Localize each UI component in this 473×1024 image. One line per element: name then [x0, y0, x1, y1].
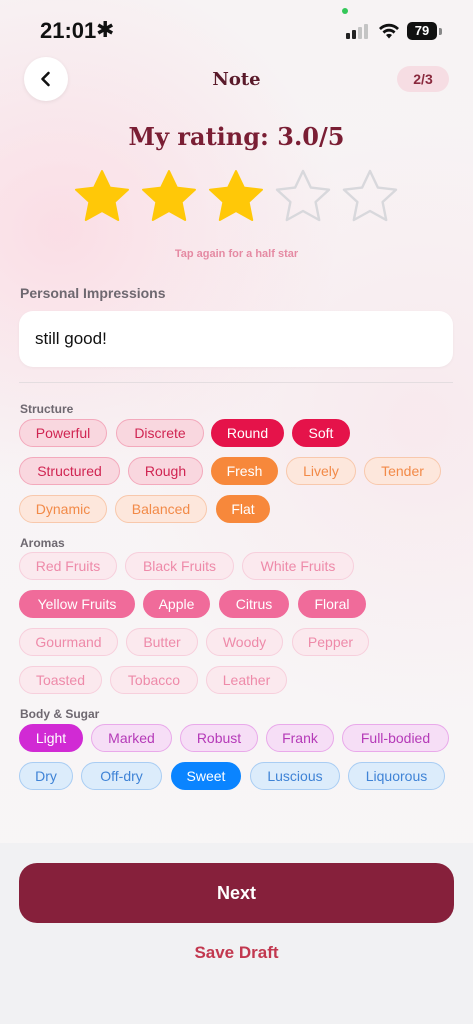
chip-apple[interactable]: Apple [143, 590, 210, 618]
chip-liquorous[interactable]: Liquorous [348, 762, 445, 790]
chip-white-fruits[interactable]: White Fruits [242, 552, 354, 580]
chip-woody[interactable]: Woody [206, 628, 283, 656]
aromas-label: Aromas [20, 536, 65, 550]
divider [19, 382, 453, 383]
chip-tender[interactable]: Tender [364, 457, 441, 485]
structure-label: Structure [20, 402, 74, 416]
chip-butter[interactable]: Butter [126, 628, 198, 656]
chip-balanced[interactable]: Balanced [115, 495, 207, 523]
chip-gourmand[interactable]: Gourmand [19, 628, 118, 656]
chip-dynamic[interactable]: Dynamic [19, 495, 107, 523]
chip-dry[interactable]: Dry [19, 762, 73, 790]
chip-off-dry[interactable]: Off-dry [81, 762, 162, 790]
chip-citrus[interactable]: Citrus [219, 590, 289, 618]
battery-icon: 79 [407, 22, 437, 40]
chip-soft[interactable]: Soft [292, 419, 350, 447]
chip-marked[interactable]: Marked [91, 724, 172, 752]
star-empty-icon[interactable] [273, 168, 333, 228]
chip-black-fruits[interactable]: Black Fruits [125, 552, 234, 580]
star-filled-icon[interactable] [72, 168, 132, 228]
privacy-indicator-icon [342, 8, 348, 14]
chip-pepper[interactable]: Pepper [292, 628, 369, 656]
chip-structured[interactable]: Structured [19, 457, 120, 485]
body-sugar-label: Body & Sugar [20, 707, 100, 721]
chip-red-fruits[interactable]: Red Fruits [19, 552, 117, 580]
next-button[interactable]: Next [19, 863, 454, 923]
chip-luscious[interactable]: Luscious [250, 762, 340, 790]
chip-fresh[interactable]: Fresh [211, 457, 278, 485]
save-draft-button[interactable]: Save Draft [0, 943, 473, 963]
chip-light[interactable]: Light [19, 724, 83, 752]
chip-toasted[interactable]: Toasted [19, 666, 102, 694]
wifi-icon [379, 23, 399, 39]
chip-tobacco[interactable]: Tobacco [110, 666, 198, 694]
chip-rough[interactable]: Rough [128, 457, 203, 485]
chip-sweet[interactable]: Sweet [171, 762, 241, 790]
chip-floral[interactable]: Floral [298, 590, 366, 618]
impressions-input[interactable]: still good! [19, 311, 453, 367]
impressions-label: Personal Impressions [20, 285, 166, 301]
status-symbol: ✱ [96, 17, 115, 42]
nav-header: Note 2/3 [0, 52, 473, 112]
star-empty-icon[interactable] [340, 168, 400, 228]
status-time: 21:01 [40, 18, 97, 43]
star-filled-icon[interactable] [206, 168, 266, 228]
cellular-signal-icon [346, 23, 372, 39]
rating-title: My rating: 3.0/5 [128, 122, 345, 151]
chip-lively[interactable]: Lively [286, 457, 356, 485]
chip-powerful[interactable]: Powerful [19, 419, 107, 447]
star-rating [72, 168, 402, 228]
half-star-hint: Tap again for a half star [174, 248, 299, 260]
chip-round[interactable]: Round [211, 419, 284, 447]
chip-flat[interactable]: Flat [216, 495, 270, 523]
chip-discrete[interactable]: Discrete [116, 419, 204, 447]
chip-frank[interactable]: Frank [266, 724, 334, 752]
status-bar: 21:01 ✱ 79 [0, 0, 473, 60]
star-filled-icon[interactable] [139, 168, 199, 228]
step-indicator: 2/3 [397, 66, 449, 92]
battery-tip [439, 28, 442, 35]
chip-full-bodied[interactable]: Full-bodied [342, 724, 449, 752]
chip-leather[interactable]: Leather [206, 666, 287, 694]
chip-yellow-fruits[interactable]: Yellow Fruits [19, 590, 135, 618]
chip-robust[interactable]: Robust [180, 724, 258, 752]
